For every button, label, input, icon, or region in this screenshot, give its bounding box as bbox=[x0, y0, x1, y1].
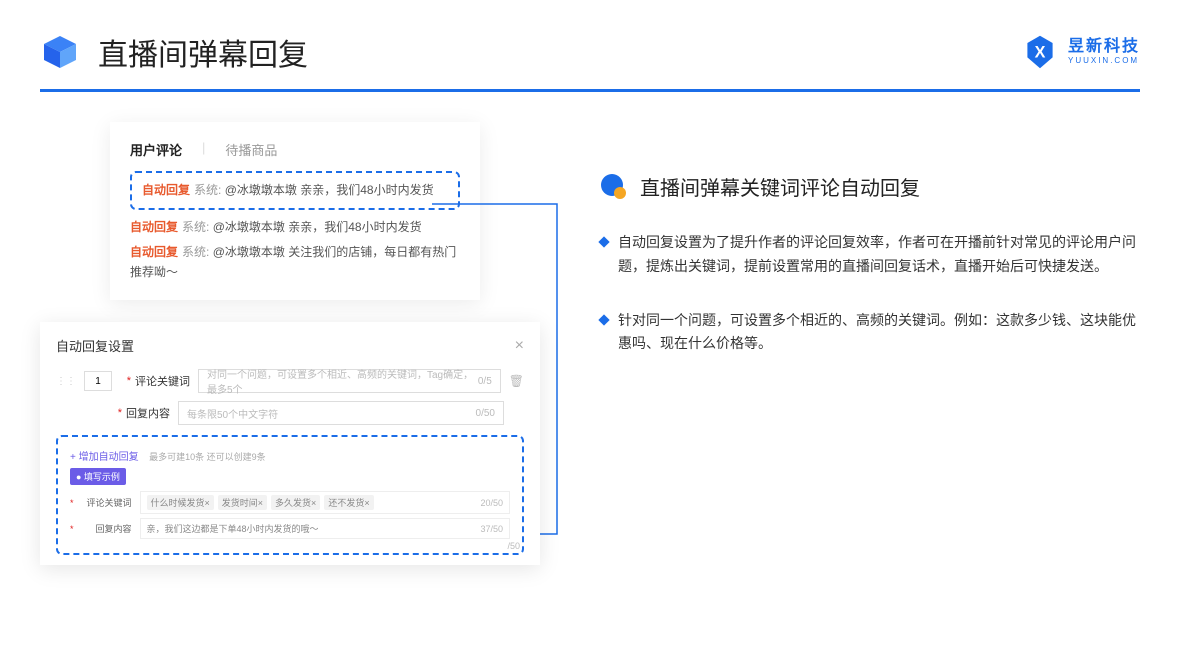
example-reply-field: 亲，我们这边都是下单48小时内发货的哦～ 37/50 bbox=[140, 518, 510, 539]
svg-text:X: X bbox=[1035, 43, 1046, 61]
example-badge: ● 填写示例 bbox=[70, 468, 126, 485]
cube-icon bbox=[40, 32, 80, 72]
settings-title: 自动回复设置 bbox=[56, 336, 134, 355]
keyword-input[interactable]: 对同一个问题，可设置多个相近、高频的关键词，Tag确定，最多5个 0/5 bbox=[198, 369, 501, 393]
highlighted-comment: 自动回复系统: @冰墩墩本墩 亲亲，我们48小时内发货 bbox=[130, 171, 460, 210]
drag-handle-icon[interactable]: ⋮⋮ bbox=[56, 376, 76, 387]
tab-pending-products[interactable]: 待播商品 bbox=[225, 140, 277, 159]
page-title: 直播间弹幕回复 bbox=[98, 30, 308, 74]
order-input[interactable] bbox=[84, 371, 112, 391]
add-reply-link[interactable]: + 增加自动回复 bbox=[70, 448, 139, 463]
reply-input[interactable]: 每条限50个中文字符 0/50 bbox=[178, 401, 504, 425]
delete-icon[interactable]: 🗑 bbox=[509, 374, 524, 388]
bullet-1: 自动回复设置为了提升作者的评论回复效率，作者可在开播前针对常见的评论用户问题，提… bbox=[600, 231, 1140, 279]
brand-logo: X 昱新科技 YUUXIN.COM bbox=[1022, 34, 1140, 70]
comments-panel: 用户评论 | 待播商品 自动回复系统: @冰墩墩本墩 亲亲，我们48小时内发货 … bbox=[110, 122, 480, 300]
bubble-icon bbox=[600, 173, 628, 201]
bullet-2: 针对同一个问题，可设置多个相近的、高频的关键词。例如：这款多少钱、这块能优惠吗、… bbox=[600, 309, 1140, 357]
settings-panel: 自动回复设置 × ⋮⋮ *评论关键词 对同一个问题，可设置多个相近、高频的关键词… bbox=[40, 322, 540, 565]
example-section: + 增加自动回复 最多可建10条 还可以创建9条 ● 填写示例 *评论关键词 什… bbox=[56, 435, 524, 555]
divider bbox=[40, 89, 1140, 92]
close-icon[interactable]: × bbox=[515, 337, 524, 355]
section-title: 直播间弹幕关键词评论自动回复 bbox=[640, 172, 920, 201]
tab-user-comments[interactable]: 用户评论 bbox=[130, 140, 182, 159]
example-keyword-field: 什么时候发货× 发货时间× 多久发货× 还不发货× 20/50 bbox=[140, 491, 510, 514]
